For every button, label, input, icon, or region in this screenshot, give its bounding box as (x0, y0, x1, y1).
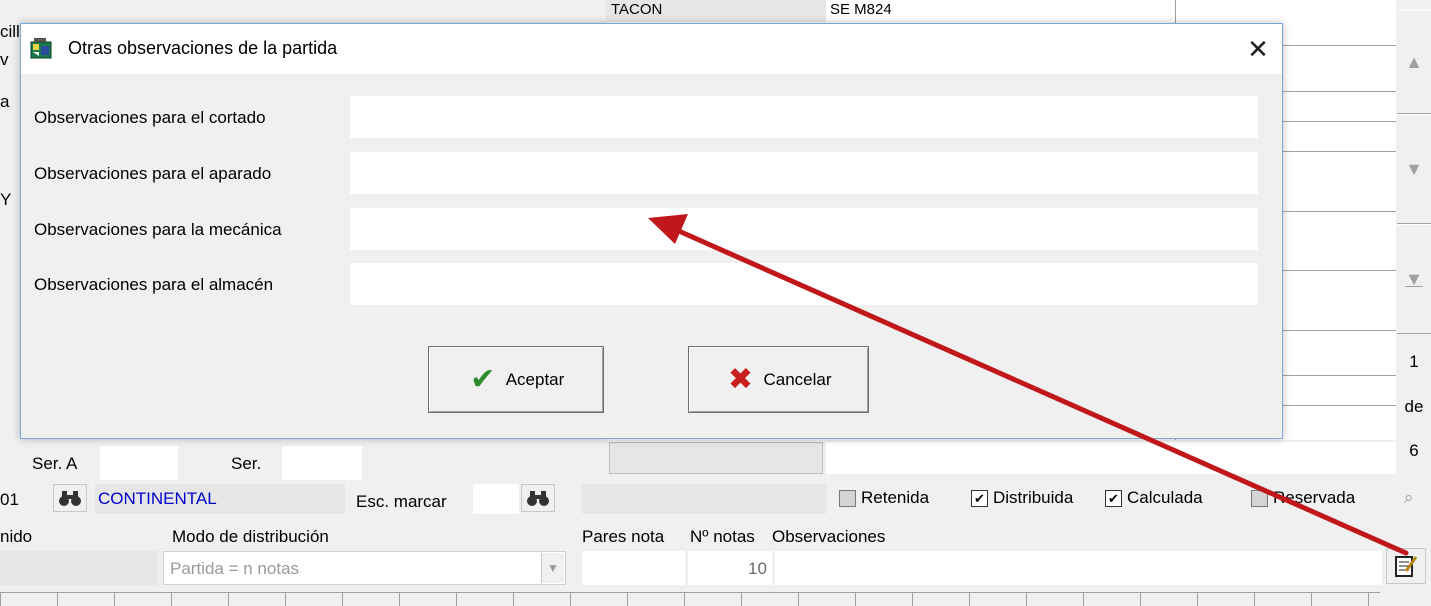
annotation-arrow (648, 214, 1409, 556)
